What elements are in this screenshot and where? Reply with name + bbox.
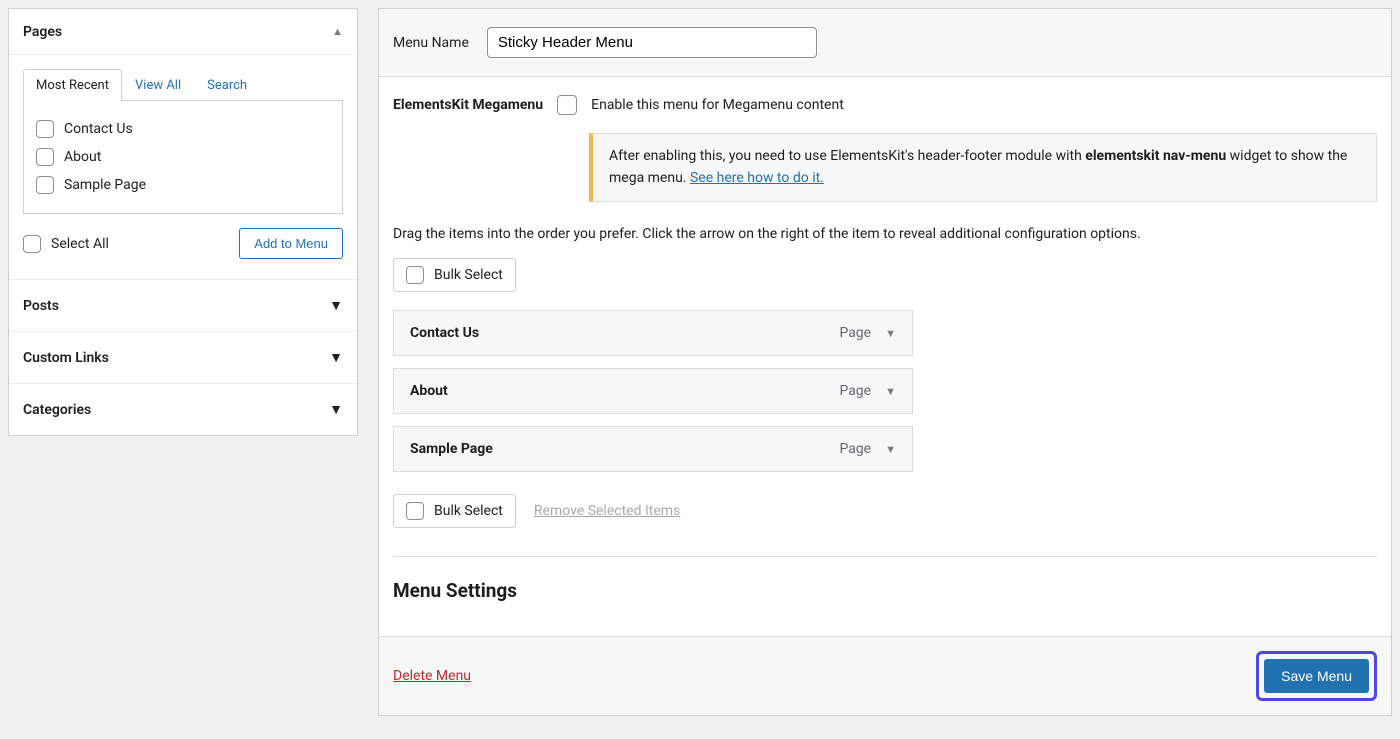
accordion-title: Pages <box>23 24 62 40</box>
checkbox-icon[interactable] <box>36 120 54 138</box>
accordion-header-pages[interactable]: Pages ▲ <box>9 9 357 55</box>
select-all-label: Select All <box>51 236 109 252</box>
bulk-select-top[interactable]: Bulk Select <box>393 258 516 292</box>
accordion-title: Categories <box>23 402 91 418</box>
chevron-down-icon: ▼ <box>329 297 343 314</box>
page-checkbox-row[interactable]: Sample Page <box>36 171 330 199</box>
checkbox-icon[interactable] <box>36 148 54 166</box>
megamenu-notice: After enabling this, you need to use Ele… <box>589 133 1377 202</box>
checkbox-icon[interactable] <box>23 235 41 253</box>
checkbox-icon[interactable] <box>406 266 424 284</box>
tab-search[interactable]: Search <box>194 69 260 101</box>
megamenu-enable-checkbox[interactable] <box>557 95 577 115</box>
page-checkbox-row[interactable]: Contact Us <box>36 115 330 143</box>
menu-item-row[interactable]: Sample Page Page ▼ <box>393 426 913 472</box>
page-item-label: About <box>64 149 101 165</box>
divider <box>393 556 1377 557</box>
menu-item-row[interactable]: About Page ▼ <box>393 368 913 414</box>
menu-item-type: Page <box>839 441 871 457</box>
menu-item-type: Page <box>839 383 871 399</box>
megamenu-heading: ElementsKit Megamenu <box>393 97 543 113</box>
chevron-down-icon[interactable]: ▼ <box>885 443 896 456</box>
menu-name-label: Menu Name <box>393 35 469 51</box>
delete-menu-link[interactable]: Delete Menu <box>393 668 471 684</box>
menu-item-title: About <box>410 383 448 399</box>
accordion-title: Posts <box>23 298 59 314</box>
accordion-header-posts[interactable]: Posts ▼ <box>9 279 357 331</box>
chevron-down-icon[interactable]: ▼ <box>885 327 896 340</box>
remove-selected-link: Remove Selected Items <box>534 503 680 519</box>
page-item-label: Sample Page <box>64 177 146 193</box>
page-checkbox-row[interactable]: About <box>36 143 330 171</box>
bulk-select-bottom[interactable]: Bulk Select <box>393 494 516 528</box>
select-all-row[interactable]: Select All <box>23 230 109 258</box>
save-menu-button[interactable]: Save Menu <box>1264 659 1369 693</box>
checkbox-icon[interactable] <box>406 502 424 520</box>
menu-item-title: Contact Us <box>410 325 479 341</box>
menu-name-input[interactable] <box>487 27 817 58</box>
menu-item-row[interactable]: Contact Us Page ▼ <box>393 310 913 356</box>
checkbox-icon[interactable] <box>36 176 54 194</box>
tab-most-recent[interactable]: Most Recent <box>23 69 122 101</box>
accordion-header-custom-links[interactable]: Custom Links ▼ <box>9 331 357 383</box>
accordion-header-categories[interactable]: Categories ▼ <box>9 383 357 435</box>
megamenu-help-link[interactable]: See here how to do it. <box>690 170 824 186</box>
tab-view-all[interactable]: View All <box>122 69 194 101</box>
chevron-down-icon[interactable]: ▼ <box>885 385 896 398</box>
chevron-down-icon: ▼ <box>329 401 343 418</box>
page-item-label: Contact Us <box>64 121 133 137</box>
menu-settings-heading: Menu Settings <box>393 579 1377 602</box>
save-highlight: Save Menu <box>1256 651 1377 701</box>
drag-instructions: Drag the items into the order you prefer… <box>393 226 1377 242</box>
megamenu-enable-label: Enable this menu for Megamenu content <box>591 97 844 113</box>
chevron-down-icon: ▼ <box>329 349 343 366</box>
chevron-up-icon: ▲ <box>332 25 343 38</box>
accordion-title: Custom Links <box>23 350 109 366</box>
menu-item-type: Page <box>839 325 871 341</box>
menu-item-title: Sample Page <box>410 441 493 457</box>
add-to-menu-button[interactable]: Add to Menu <box>239 228 343 259</box>
